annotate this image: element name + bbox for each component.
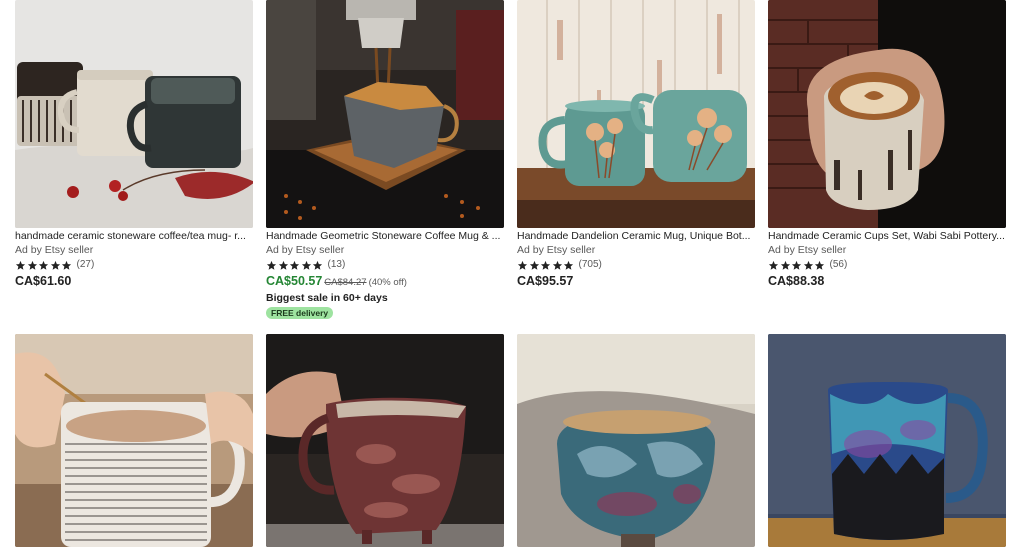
listing-image[interactable] bbox=[768, 334, 1006, 547]
listing-image[interactable] bbox=[15, 334, 253, 547]
star-icon bbox=[61, 260, 72, 271]
star-icon bbox=[552, 260, 563, 271]
star-icon bbox=[50, 260, 61, 271]
price: CA$61.60 bbox=[15, 274, 72, 288]
star-icon bbox=[517, 260, 528, 271]
listing-title[interactable]: Handmade Ceramic Cups Set, Wabi Sabi Pot… bbox=[768, 230, 1006, 243]
ad-seller-label: Ad by Etsy seller bbox=[517, 244, 596, 256]
price: CA$95.57 bbox=[517, 274, 574, 288]
review-count: (27) bbox=[76, 259, 95, 270]
rating: (27) bbox=[15, 259, 94, 271]
striped-mug-image bbox=[15, 334, 253, 547]
rating: (13) bbox=[266, 259, 345, 271]
star-rating bbox=[15, 260, 73, 271]
star-icon bbox=[768, 260, 779, 271]
sale-price-value: CA$50.57 bbox=[266, 274, 323, 288]
ad-seller-label: Ad by Etsy seller bbox=[768, 244, 847, 256]
listing-title[interactable]: handmade ceramic stoneware coffee/tea mu… bbox=[15, 230, 253, 243]
review-count: (56) bbox=[829, 259, 848, 270]
star-icon bbox=[27, 260, 38, 271]
star-icon bbox=[289, 260, 300, 271]
star-icon bbox=[312, 260, 323, 271]
dandelion-mugs-image bbox=[517, 0, 755, 228]
listing-image[interactable] bbox=[517, 334, 755, 547]
star-rating bbox=[266, 260, 324, 271]
galaxy-mug-image bbox=[768, 334, 1006, 547]
star-icon bbox=[266, 260, 277, 271]
star-icon bbox=[301, 260, 312, 271]
star-icon bbox=[563, 260, 574, 271]
star-icon bbox=[529, 260, 540, 271]
price: CA$88.38 bbox=[768, 274, 825, 288]
star-icon bbox=[791, 260, 802, 271]
review-count: (13) bbox=[327, 259, 346, 270]
star-icon bbox=[803, 260, 814, 271]
ad-seller-label: Ad by Etsy seller bbox=[266, 244, 345, 256]
listing-image[interactable] bbox=[266, 0, 504, 228]
star-icon bbox=[38, 260, 49, 271]
free-delivery-badge: FREE delivery bbox=[266, 307, 334, 319]
blue-bowl-image bbox=[517, 334, 755, 547]
discount-label: (40% off) bbox=[368, 277, 407, 288]
listing-image[interactable] bbox=[15, 0, 253, 228]
stoneware-mugs-image bbox=[15, 0, 253, 228]
star-icon bbox=[540, 260, 551, 271]
star-icon bbox=[15, 260, 26, 271]
listing-image[interactable] bbox=[768, 0, 1006, 228]
geometric-mug-espresso-image bbox=[266, 0, 504, 228]
raku-jug-image bbox=[266, 334, 504, 547]
star-icon bbox=[780, 260, 791, 271]
listing-image[interactable] bbox=[266, 334, 504, 547]
star-rating bbox=[517, 260, 575, 271]
rating: (705) bbox=[517, 259, 602, 271]
listing-title[interactable]: Handmade Geometric Stoneware Coffee Mug … bbox=[266, 230, 504, 243]
sale-price: CA$50.57 CA$84.27 (40% off) bbox=[266, 274, 407, 290]
star-rating bbox=[768, 260, 826, 271]
original-price: CA$84.27 bbox=[324, 277, 367, 288]
listing-image[interactable] bbox=[517, 0, 755, 228]
ad-seller-label: Ad by Etsy seller bbox=[15, 244, 94, 256]
review-count: (705) bbox=[578, 259, 602, 270]
star-icon bbox=[814, 260, 825, 271]
listing-title[interactable]: Handmade Dandelion Ceramic Mug, Unique B… bbox=[517, 230, 755, 243]
star-icon bbox=[278, 260, 289, 271]
rating: (56) bbox=[768, 259, 847, 271]
wabi-sabi-cup-image bbox=[768, 0, 1006, 228]
promo-text: Biggest sale in 60+ days bbox=[266, 292, 388, 304]
